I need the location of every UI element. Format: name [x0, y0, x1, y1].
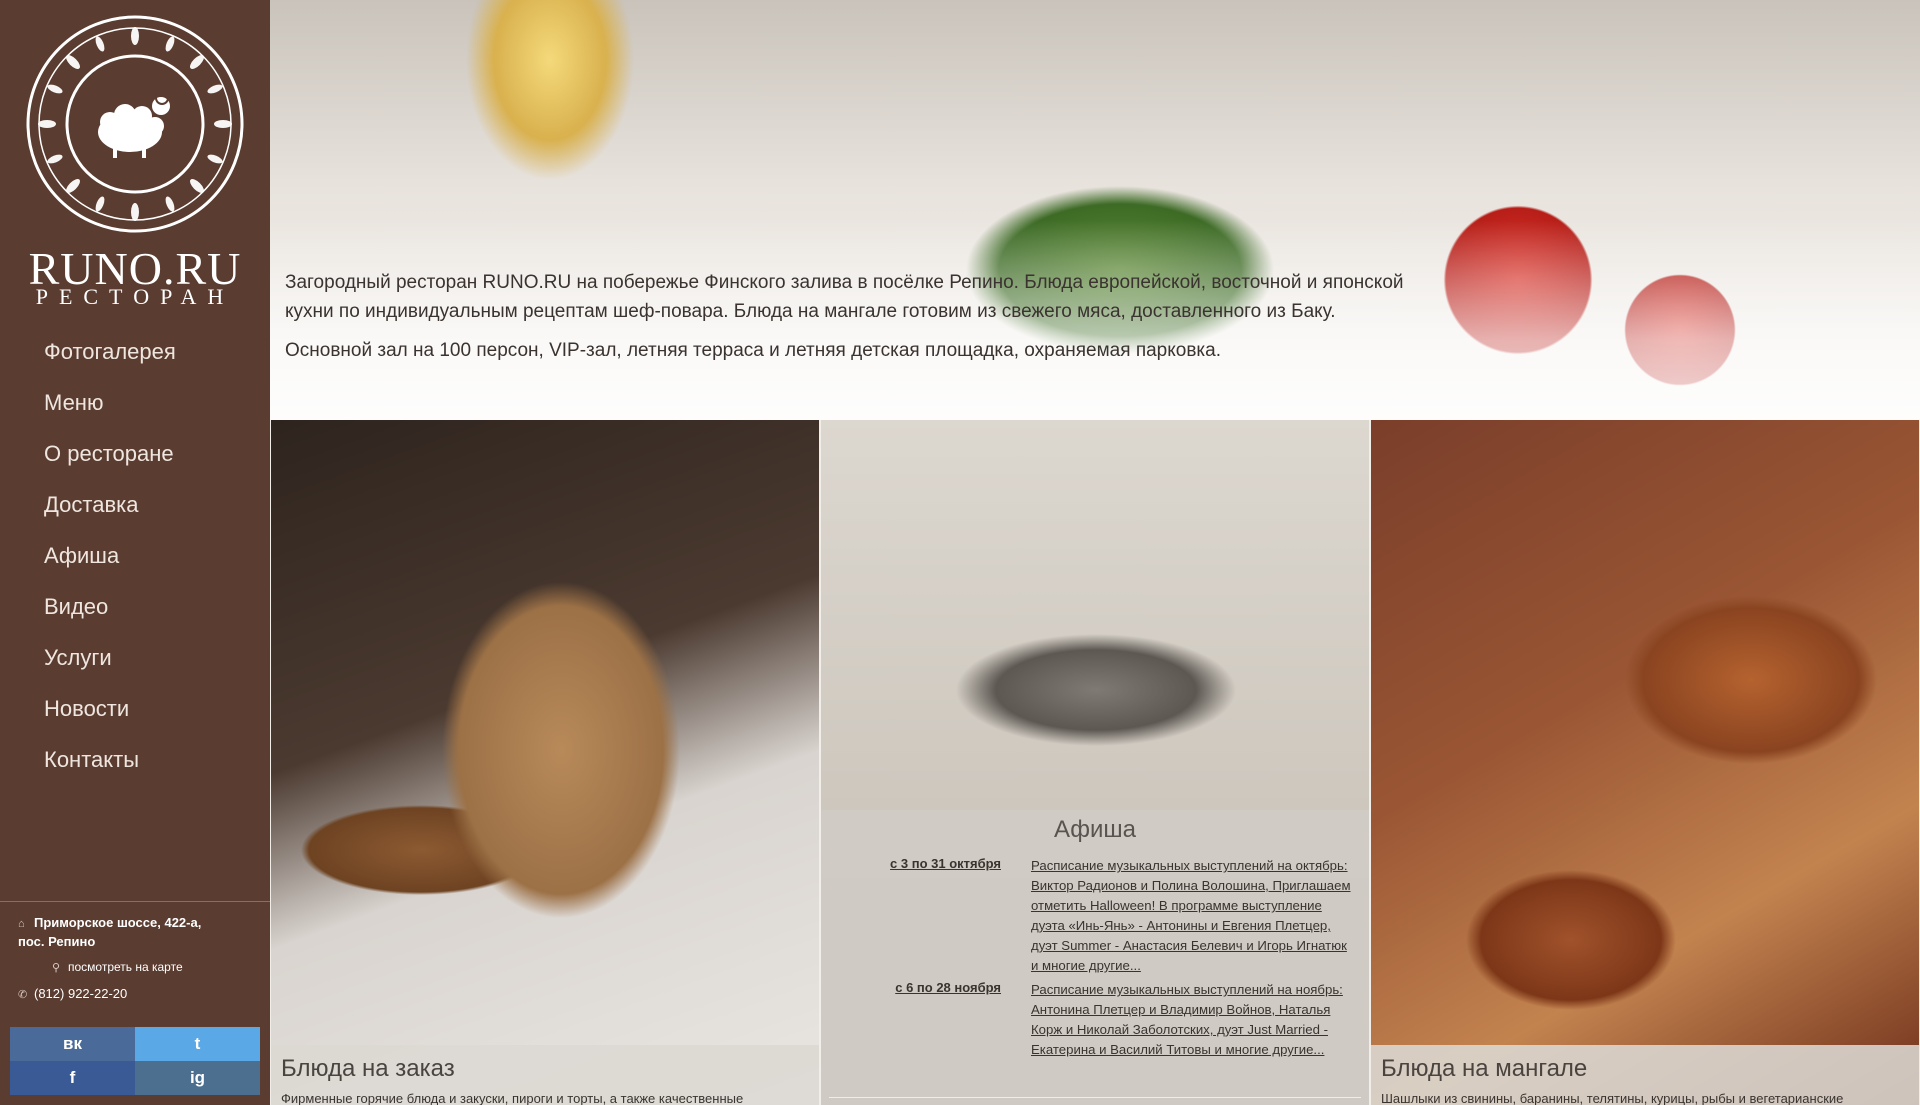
nav-item-contacts[interactable]: Контакты: [0, 734, 270, 785]
twitter-icon[interactable]: t: [135, 1027, 260, 1061]
facebook-icon[interactable]: f: [10, 1061, 135, 1095]
nav-item-video[interactable]: Видео: [0, 581, 270, 632]
panel-order[interactable]: Блюда на заказ Фирменные горячие блюда и…: [271, 420, 819, 1105]
panel-order-caption[interactable]: Блюда на заказ Фирменные горячие блюда и…: [271, 1045, 819, 1105]
panel-grill[interactable]: Блюда на мангале Шашлыки из свинины, бар…: [1371, 420, 1919, 1105]
panel-order-desc: Фирменные горячие блюда и закуски, пирог…: [281, 1091, 744, 1105]
panel-grill-caption[interactable]: Блюда на мангале Шашлыки из свинины, бар…: [1371, 1045, 1919, 1105]
afisha-title[interactable]: Афиша: [821, 816, 1369, 844]
nav-item-services[interactable]: Услуги: [0, 632, 270, 683]
nav-item-about[interactable]: О ресторане: [0, 428, 270, 479]
instagram-icon[interactable]: ig: [135, 1061, 260, 1095]
map-link[interactable]: ⚲ посмотреть на карте: [52, 960, 183, 974]
map-pin-icon: ⚲: [52, 962, 61, 974]
vk-icon[interactable]: вк: [10, 1027, 135, 1061]
main-nav: Фотогалерея Меню О ресторане Доставка Аф…: [0, 326, 270, 785]
social-links: вк t f ig: [10, 1027, 260, 1095]
address-line1: Приморское шоссе, 422-а,: [34, 915, 202, 930]
nav-item-news[interactable]: Новости: [0, 683, 270, 734]
hero-banner: Загородный ресторан RUNO.RU на побережье…: [270, 0, 1920, 420]
phone-icon: ✆: [18, 989, 28, 1001]
event-text[interactable]: Расписание музыкальных выступлений на ок…: [1031, 856, 1356, 976]
panel-grill-title[interactable]: Блюда на мангале: [1381, 1055, 1909, 1083]
home-icon: ⌂: [18, 918, 25, 930]
phone-number[interactable]: (812) 922-22-20: [34, 986, 127, 1001]
nav-item-delivery[interactable]: Доставка: [0, 479, 270, 530]
event-date[interactable]: с 3 по 31 октября: [861, 856, 1001, 871]
sidebar: RUNO.RU РЕСТОРАН Фотогалерея Меню О рест…: [0, 0, 270, 1105]
panel-order-title[interactable]: Блюда на заказ: [281, 1055, 809, 1083]
map-link-label[interactable]: посмотреть на карте: [68, 960, 183, 974]
hero-paragraph-1: Загородный ресторан RUNO.RU на побережье…: [285, 272, 1404, 322]
event-text[interactable]: Расписание музыкальных выступлений на но…: [1031, 980, 1356, 1060]
panel-afisha[interactable]: Афиша с 3 по 31 октября Расписание музык…: [821, 420, 1369, 1105]
nav-item-photogallery[interactable]: Фотогалерея: [0, 326, 270, 377]
event-date[interactable]: с 6 по 28 ноября: [861, 980, 1001, 995]
afisha-block: Афиша с 3 по 31 октября Расписание музык…: [821, 810, 1369, 1105]
address-line2: пос. Репино: [18, 934, 96, 949]
afisha-divider: [829, 1097, 1361, 1098]
logo-emblem[interactable]: [25, 14, 245, 234]
hero-text: Загородный ресторан RUNO.RU на побережье…: [285, 268, 1415, 375]
brand-subtitle: РЕСТОРАН: [35, 284, 235, 309]
nav-item-menu[interactable]: Меню: [0, 377, 270, 428]
sidebar-divider: [0, 901, 270, 902]
address: ⌂ Приморское шоссе, 422-а, пос. Репино: [18, 914, 248, 951]
nav-item-afisha[interactable]: Афиша: [0, 530, 270, 581]
phone[interactable]: ✆ (812) 922-22-20: [18, 986, 127, 1001]
hero-paragraph-2: Основной зал на 100 персон, VIP-зал, лет…: [285, 340, 1222, 361]
panel-grill-desc: Шашлыки из свинины, баранины, телятины, …: [1381, 1091, 1844, 1105]
